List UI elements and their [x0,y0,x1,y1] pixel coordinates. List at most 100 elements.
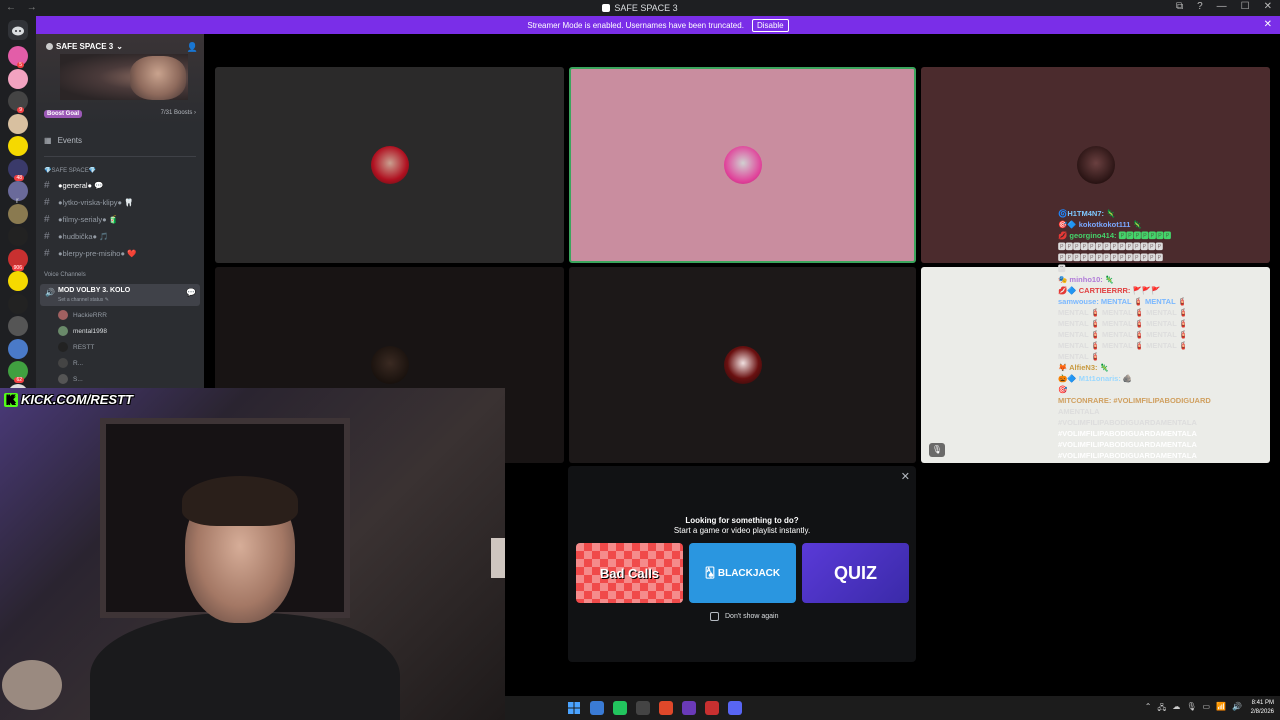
chat-message: 🅿🅿🅿🅿🅿🅿🅿🅿🅿🅿🅿🅿🅿🅿 [1058,242,1163,251]
maximize-button[interactable]: ☐ [1241,1,1250,12]
server-icon-10[interactable] [8,271,28,291]
hash-icon: # [44,213,50,225]
server-icon-9[interactable]: 906 [8,248,28,271]
voice-user[interactable]: R... [58,356,83,370]
voice-user[interactable]: mental1998 [58,324,107,338]
video-tile[interactable] [569,267,916,463]
webcam-person-hair [182,476,298,526]
inbox-icon[interactable]: ⧉ [1176,1,1183,12]
chat-message: MENTAL 🧯 MENTAL 🧯 MENTAL 🧯 [1058,308,1189,317]
mention-badge: 9 [17,107,24,113]
server-icon-3[interactable] [8,113,28,134]
taskbar-app-icon[interactable] [590,701,604,715]
close-popup-icon[interactable]: ✕ [901,470,910,483]
kick-overlay-text: KICK.COM/RESTT [21,392,133,407]
taskbar-app-icon[interactable] [659,701,673,715]
discord-window-icon [602,4,611,12]
taskbar-app-icon[interactable] [705,701,719,715]
speaker-icon: 🔊 [45,288,55,297]
hash-icon: # [44,196,50,208]
server-icon-1[interactable] [8,68,28,89]
voice-user-name: mental1998 [73,327,107,335]
hash-icon: # [44,230,50,242]
boost-goal-bar[interactable]: Boost Goal 7/31 Boosts › [44,110,196,118]
channel-item[interactable]: # ●filmy-serialy● 🧃 [44,212,200,226]
taskbar-app-icon[interactable] [728,701,742,715]
avatar [58,374,68,384]
game-card-blackjack[interactable]: 🂡 BLACKJACK [689,543,796,603]
windows-taskbar: ⌃ 🖧 ☁ 🎙 ▭ 📶 🔊 8:41 PM 2/8/2026 [505,696,1280,720]
nav-arrows[interactable]: ← → [6,2,41,13]
close-window-button[interactable]: ✕ [1264,1,1272,12]
server-icon-8[interactable] [8,226,28,246]
hash-icon: # [44,247,50,259]
chat-message: #VOLIMFILIPABODIGUARDAMENTALA [1058,440,1197,449]
discord-home-icon[interactable] [8,20,28,40]
channel-item[interactable]: # ●lytko-vriska-klipy● 🦷 [44,195,200,209]
channel-name: ●filmy-serialy● 🧃 [58,214,119,224]
taskbar-app-icon[interactable] [636,701,650,715]
avatar [723,146,762,184]
chat-bubble-icon[interactable]: 💬 [186,288,196,297]
invite-people-icon[interactable]: 👤 [187,42,198,53]
chat-message: MENTAL 🧯 MENTAL 🧯 MENTAL 🧯 [1058,341,1189,350]
help-icon[interactable]: ? [1197,1,1203,12]
tray-icon[interactable]: 🎙 [1186,702,1196,716]
popup-title: Looking for something to do? [685,516,799,525]
voice-channel-active[interactable]: 🔊 MOD VOLBY 3. KOLO Set a channel status… [40,284,200,306]
voice-user[interactable]: HackieRRR [58,308,107,322]
voice-user-name: S... [73,375,83,383]
server-icon-2[interactable]: 9 [8,91,28,113]
voice-category[interactable]: Voice Channels [44,272,86,278]
video-tile[interactable] [215,67,564,263]
events-item[interactable]: ▦ Events [44,136,82,145]
tray-icon[interactable]: ▭ [1203,702,1211,716]
mascot-sticker [2,660,62,710]
rail-folder-letter[interactable]: r [16,196,19,205]
minimize-button[interactable]: — [1217,1,1227,12]
server-icon [46,43,53,50]
windows-start-icon[interactable] [567,701,581,715]
tray-icon[interactable]: 🔊 [1232,702,1242,716]
window-title-text: SAFE SPACE 3 [614,3,678,13]
server-icon-4[interactable] [8,136,28,156]
server-icon-14[interactable]: 62 [8,361,28,383]
voice-user[interactable]: RESTT [58,340,94,354]
channel-category[interactable]: 💎SAFE SPACE💎 [44,167,96,174]
taskbar-app-icon[interactable] [613,701,627,715]
disable-streamer-mode-button[interactable]: Disable [751,18,789,32]
dont-show-checkbox[interactable] [710,612,719,621]
tray-icon[interactable]: ☁ [1172,702,1180,716]
server-icon-0[interactable]: 5 [8,46,28,68]
taskbar-clock[interactable]: 8:41 PM 2/8/2026 [1251,699,1274,717]
voice-user[interactable]: S... [58,372,83,386]
server-icon-7[interactable] [8,203,28,224]
tray-icon[interactable]: 🖧 [1157,702,1166,716]
tray-icon[interactable]: ⌃ [1145,702,1152,716]
voice-channel-status[interactable]: Set a channel status ✎ [58,297,109,303]
taskbar-app-icon[interactable] [682,701,696,715]
close-banner-icon[interactable]: ✕ [1264,19,1272,30]
avatar [58,310,68,320]
server-icon-11[interactable] [8,293,28,314]
channel-item[interactable]: # ●hudbička● 🎵 [44,229,200,243]
channel-item[interactable]: # ●blerpy-pre-misiho● ❤️ [44,246,200,260]
game-card-bad-calls[interactable]: Bad Calls [576,543,683,603]
dont-show-label: Don't show again [725,613,779,620]
dont-show-again[interactable]: Don't show again [710,612,778,621]
channel-sidebar: SAFE SPACE 3 ⌄ 👤 Boost Goal 7/31 Boosts … [36,34,204,388]
server-header[interactable]: SAFE SPACE 3 ⌄ 👤 Boost Goal 7/31 Boosts … [36,34,204,124]
video-tile[interactable] [569,67,916,263]
server-name[interactable]: SAFE SPACE 3 ⌄ [46,42,123,51]
mic-icon[interactable]: 🎙 [929,443,945,457]
server-icon-5[interactable]: 48 [8,158,28,181]
chat-message: MITCONRARE: #VOLIMFILIPABODIGUARD [1058,396,1211,405]
server-icon-12[interactable] [8,316,28,336]
game-card-quiz-planet[interactable]: QUIZ [802,543,909,603]
server-icon-13[interactable] [8,338,28,359]
calendar-icon: ▦ [44,136,52,145]
tray-icon[interactable]: 📶 [1216,702,1226,716]
chat-message: AMENTALA [1058,407,1100,416]
channel-item[interactable]: # ●general● 💬 [44,178,200,192]
chat-message: 🅿🅿🅿🅿🅿🅿🅿🅿🅿🅿🅿🅿🅿🅿 [1058,253,1163,262]
